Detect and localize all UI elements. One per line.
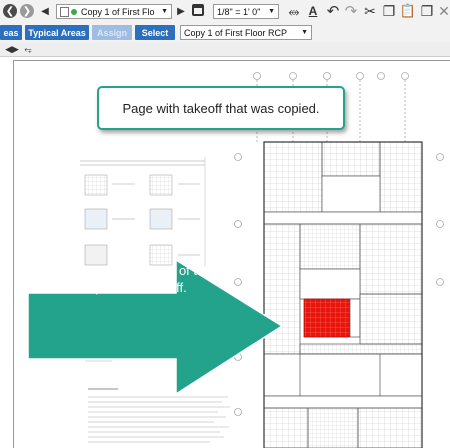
paste-icon[interactable]: 📋 <box>400 2 416 20</box>
area-select-value: Copy 1 of First Floor RCP <box>184 27 288 38</box>
window-icon[interactable] <box>192 4 204 16</box>
duplicate-icon[interactable]: ❐ <box>419 2 435 20</box>
arrow-text: Notice the position of this piece of tak… <box>52 262 230 296</box>
chevron-down-icon: ▼ <box>301 29 308 36</box>
building-plan <box>263 141 423 448</box>
collapse-horizontal-icon[interactable]: ◀▶ <box>4 42 20 56</box>
tool-strip: ◀▶ ⥆ <box>0 42 450 57</box>
chevron-down-icon: ▼ <box>161 8 168 15</box>
page-select[interactable]: Copy 1 of First Flo ▼ <box>56 4 172 19</box>
page-select-value: Copy 1 of First Flo <box>81 6 155 17</box>
undo-icon[interactable]: ↶ <box>325 2 341 20</box>
arrow-text-line1: Notice the position of this <box>68 263 214 278</box>
assign-button[interactable]: Assign <box>92 25 132 40</box>
collapse-vertical-icon[interactable]: ⥆ <box>22 42 34 56</box>
area-select[interactable]: Copy 1 of First Floor RCP ▼ <box>180 25 312 40</box>
measure-angle-icon[interactable]: A <box>305 2 321 20</box>
page-icon <box>60 6 69 17</box>
previous-page-icon[interactable]: ◀ <box>39 3 51 19</box>
select-button[interactable]: Select <box>135 25 175 40</box>
scale-select-value: 1/8" = 1' 0" <box>217 6 261 17</box>
page-callout: Page with takeoff that was copied. <box>97 86 345 130</box>
takeoff-area <box>303 298 351 338</box>
redo-icon[interactable]: ↷ <box>343 2 359 20</box>
next-page-icon[interactable]: ▶ <box>175 3 187 19</box>
cut-icon[interactable]: ✂ <box>362 2 378 20</box>
measure-linear-icon[interactable]: ⥈ <box>286 2 302 20</box>
forward-icon[interactable]: ❯ <box>20 4 34 18</box>
close-icon[interactable]: ✕ <box>438 2 450 20</box>
status-dot-icon <box>71 8 77 15</box>
chevron-down-icon: ▼ <box>268 8 275 15</box>
back-icon[interactable]: ❮ <box>3 4 17 18</box>
areas-button[interactable]: eas <box>0 25 22 40</box>
arrow-text-line2: piece of takeoff. <box>95 280 187 295</box>
scale-select[interactable]: 1/8" = 1' 0" ▼ <box>213 4 279 19</box>
typical-areas-button[interactable]: Typical Areas <box>25 25 89 40</box>
main-toolbar: ❮ ❯ ◀ Copy 1 of First Flo ▼ ▶ 1/8" = 1' … <box>0 0 450 23</box>
copy-icon[interactable]: ❐ <box>381 2 397 20</box>
